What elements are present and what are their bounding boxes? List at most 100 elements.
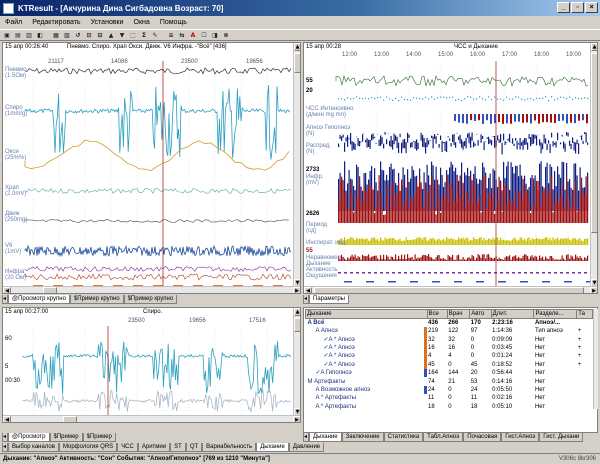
tab-example-1[interactable]: $Пример крупно xyxy=(69,295,124,304)
events-table[interactable]: Дыхание Все Врач Авто Длит. Разделе... Т… xyxy=(305,309,593,411)
up-icon[interactable]: ▲ xyxy=(106,30,116,40)
close-button[interactable]: × xyxy=(585,2,598,13)
table-row[interactable]: ✓A * Апноэ 45 0 45 0:18:52 Нет + xyxy=(306,361,593,369)
signal-pane[interactable]: 15 апр 00:26:40 Пневмо. Спиро. Храп Окси… xyxy=(2,42,301,294)
frame-icon[interactable]: ☐ xyxy=(199,30,209,40)
down-icon[interactable]: ▼ xyxy=(117,30,127,40)
scroll-right-icon[interactable]: ▶ xyxy=(590,287,597,293)
tab-arrhythmia[interactable]: Аритмии xyxy=(137,443,171,452)
tab-example-1[interactable]: $Пример xyxy=(49,433,83,442)
table-icon[interactable]: ▧ xyxy=(62,30,72,40)
scroll-thumb[interactable] xyxy=(591,53,597,233)
tab-hourly[interactable]: Почасовая xyxy=(463,433,502,442)
tab-conclusion[interactable]: Заключение xyxy=(341,433,384,442)
scroll-right-icon[interactable]: ▶ xyxy=(293,287,300,293)
tab-example-2[interactable]: $Пример крупно xyxy=(123,295,178,304)
open-icon[interactable]: ▣ xyxy=(2,30,12,40)
grid-icon[interactable]: ▦ xyxy=(51,30,61,40)
scroll-thumb[interactable] xyxy=(294,318,300,332)
minimize-button[interactable]: _ xyxy=(557,2,570,13)
col-breathing[interactable]: Дыхание xyxy=(305,309,428,319)
col-auto[interactable]: Авто xyxy=(469,309,492,319)
table-row[interactable]: A Возможное апноэ 24 0 24 0:05:50 Нет xyxy=(306,386,593,394)
scroll-up-icon[interactable]: ▲ xyxy=(294,308,300,316)
horizontal-scrollbar[interactable]: ◀ ▶ xyxy=(3,415,300,422)
tab-breathing[interactable]: Дыхание xyxy=(309,433,342,442)
table-row[interactable]: ✓A * Апноэ 4 4 0 0:01:24 Нет + xyxy=(306,352,593,360)
menu-settings[interactable]: Установки xyxy=(86,19,129,26)
table-row[interactable]: M Артефакты 74 21 53 0:14:16 Нет xyxy=(306,377,593,385)
apnea-density-bar xyxy=(407,132,409,143)
table-row[interactable]: A * Артефакты 18 0 18 0:05:10 Нет xyxy=(306,403,593,411)
scroll-right-icon[interactable]: ▶ xyxy=(293,416,300,422)
maximize-button[interactable]: ▫ xyxy=(571,2,584,13)
col-doctor[interactable]: Врач xyxy=(446,309,471,319)
split-icon[interactable]: ◨ xyxy=(210,30,220,40)
vertical-scrollbar[interactable]: ▲ ▼ xyxy=(590,43,597,287)
vertical-scrollbar[interactable] xyxy=(593,309,598,409)
table-row[interactable]: ✓A Гипопноэ 164 144 20 0:56:44 Нет xyxy=(306,369,593,377)
scroll-up-icon[interactable]: ▲ xyxy=(591,43,597,51)
tab-statistics[interactable]: Статистика xyxy=(383,433,424,442)
tab-st[interactable]: ST xyxy=(170,443,186,452)
text-icon[interactable]: A xyxy=(188,30,198,40)
col-duration[interactable]: Длит. xyxy=(490,309,535,319)
vertical-scrollbar[interactable]: ▲ ▼ xyxy=(293,43,300,287)
tab-pressure[interactable]: Давление xyxy=(288,443,325,452)
print-icon[interactable]: ▥ xyxy=(24,30,34,40)
tab-parameters[interactable]: Параметры xyxy=(309,295,349,304)
inspiratory-bar xyxy=(344,258,346,261)
spiro-pane[interactable]: 15 апр 00:27:00 Спиро. 23500 19656 17516… xyxy=(2,307,301,423)
menu-edit[interactable]: Редактировать xyxy=(27,19,85,26)
tab-breathing-hist[interactable]: Гист. Дыхани xyxy=(539,433,584,442)
scroll-thumb[interactable] xyxy=(314,287,584,293)
col-all[interactable]: Все xyxy=(426,309,448,319)
scroll-left-icon[interactable]: ◀ xyxy=(3,287,11,293)
table-row[interactable]: A Апноэ 219 122 97 1:14:36 Тип апноэ + xyxy=(306,327,593,335)
table-row[interactable]: A Всё 436 266 170 2:23:16 Апноэ/... xyxy=(306,319,593,328)
cancel-icon[interactable]: ⊗ xyxy=(221,30,231,40)
sum-icon[interactable]: Σ xyxy=(139,30,149,40)
select-icon[interactable]: ⬚ xyxy=(128,30,138,40)
table-row[interactable]: ✓A * Апноэ 16 16 0 0:03:45 Нет + xyxy=(306,344,593,352)
horizontal-scrollbar[interactable]: ◀ ▶ xyxy=(304,286,597,293)
scroll-left-icon[interactable]: ◀ xyxy=(304,287,312,293)
menu-windows[interactable]: Окна xyxy=(129,19,155,26)
scroll-left-icon[interactable]: ◀ xyxy=(3,416,11,422)
tab-apnea-table[interactable]: Табл.Апноэ xyxy=(423,433,464,442)
lines-icon[interactable]: ≡ xyxy=(166,30,176,40)
scroll-up-icon[interactable]: ▲ xyxy=(294,43,300,51)
refresh-icon[interactable]: ↺ xyxy=(73,30,83,40)
scroll-thumb[interactable] xyxy=(63,416,77,422)
table-row[interactable]: ✓A * Апноэ 32 32 0 0:09:09 Нет + xyxy=(306,335,593,343)
tab-example-2[interactable]: $Пример xyxy=(82,433,116,442)
scroll-thumb[interactable] xyxy=(294,53,300,73)
trend-pane[interactable]: 15 апр 00:28 ЧСС и Дыхание 12:00 13:00 1… xyxy=(303,42,598,294)
table-cell-sect: Нет xyxy=(534,361,546,368)
col-section[interactable]: Разделе... xyxy=(533,309,578,319)
tab-variability[interactable]: Вариабельность xyxy=(202,443,257,452)
tab-breathing-main[interactable]: Дыхание xyxy=(256,443,289,452)
tab-apnea-hist[interactable]: Гист.Апноэ xyxy=(501,433,540,442)
layout-icon[interactable]: ◧ xyxy=(35,30,45,40)
vertical-scrollbar[interactable]: ▲ ▼ xyxy=(293,308,300,416)
tab-channel-select[interactable]: Выбор каналов xyxy=(8,443,59,452)
zoom-icon[interactable]: ⊡ xyxy=(84,30,94,40)
horizontal-scrollbar[interactable]: ◀ ▶ xyxy=(3,286,300,293)
table-row[interactable]: A * Артефакты 11 0 11 0:02:16 Нет xyxy=(306,394,593,402)
fit-icon[interactable]: ⊟ xyxy=(95,30,105,40)
tab-heart-rate[interactable]: ЧСС xyxy=(117,443,138,452)
col-ta[interactable]: Та xyxy=(576,309,593,319)
main-tabs: ◂ Выбор каналов Морфология QRS ЧСС Аритм… xyxy=(2,443,598,453)
scroll-thumb[interactable] xyxy=(43,287,57,293)
tab-qt[interactable]: QT xyxy=(185,443,203,452)
swap-icon[interactable]: ⇆ xyxy=(177,30,187,40)
tab-qrs-morphology[interactable]: Морфология QRS xyxy=(58,443,118,452)
menu-file[interactable]: Файл xyxy=(0,19,27,26)
tab-view-large[interactable]: @Просмотр крупно xyxy=(8,295,70,304)
breath-point xyxy=(557,98,559,100)
tab-view[interactable]: @Просмотр xyxy=(8,433,50,442)
save-icon[interactable]: ▤ xyxy=(13,30,23,40)
menu-help[interactable]: Помощь xyxy=(155,19,192,26)
pencil-icon[interactable]: ✎ xyxy=(150,30,160,40)
